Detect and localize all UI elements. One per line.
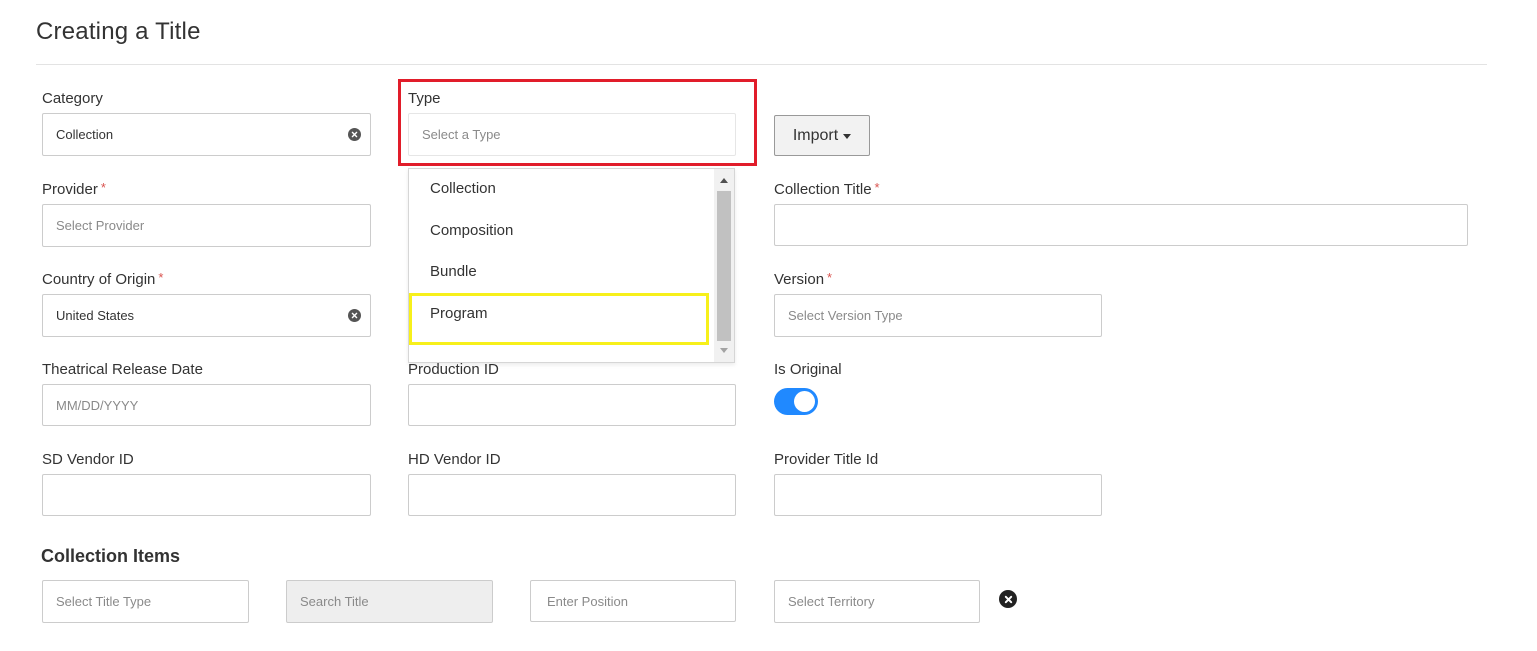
dropdown-option-bundle[interactable]: Bundle [430,263,477,280]
country-of-origin-label-text: Country of Origin [42,271,156,288]
required-mark: * [827,270,833,285]
category-select[interactable]: Collection [42,113,371,156]
production-id-label: Production ID [408,361,499,378]
category-value: Collection [56,127,114,142]
import-button-label: Import [792,126,839,144]
program-highlight-box [409,293,709,345]
hd-vendor-id-label: HD Vendor ID [408,451,501,468]
version-select[interactable]: Select Version Type [774,294,1102,337]
version-label-text: Version [774,271,825,288]
clear-icon[interactable] [348,309,361,322]
collection-title-label: Collection Title * [774,180,880,198]
is-original-label: Is Original [774,361,842,378]
provider-title-id-input[interactable] [774,474,1102,516]
position-placeholder: Enter Position [547,593,628,609]
search-title-placeholder: Search Title [300,594,369,609]
dropdown-scrollbar[interactable] [714,169,734,362]
category-label: Category [42,90,103,107]
sd-vendor-id-label: SD Vendor ID [42,451,134,468]
collection-items-title: Collection Items [41,546,181,566]
collection-title-label-text: Collection Title [774,181,872,198]
search-title-input: Search Title [286,580,493,623]
hd-vendor-id-input[interactable] [408,474,736,516]
theatrical-release-date-input[interactable]: MM/DD/YYYY [42,384,371,426]
collection-title-input[interactable] [774,204,1468,246]
is-original-toggle[interactable] [774,388,818,415]
required-mark: * [100,180,106,195]
country-of-origin-value: United States [56,308,135,323]
country-of-origin-label: Country of Origin * [42,270,164,288]
provider-title-id-label: Provider Title Id [774,451,879,468]
required-mark: * [158,270,164,285]
provider-label: Provider * [42,180,106,198]
theatrical-release-date-label: Theatrical Release Date [42,361,203,378]
type-highlight-box [398,79,757,166]
dropdown-option-composition[interactable]: Composition [430,222,513,239]
dropdown-option-collection[interactable]: Collection [430,180,496,197]
page-title: Creating a Title [36,18,201,45]
position-input[interactable]: Enter Position [530,580,736,622]
remove-item-icon[interactable] [999,590,1017,608]
theatrical-release-date-placeholder: MM/DD/YYYY [56,397,139,413]
territory-placeholder: Select Territory [788,594,875,609]
production-id-input[interactable] [408,384,736,426]
version-placeholder: Select Version Type [788,308,903,323]
provider-placeholder: Select Provider [56,218,145,233]
country-of-origin-select[interactable]: United States [42,294,371,337]
toggle-knob [794,391,815,412]
sd-vendor-id-input[interactable] [42,474,371,516]
required-mark: * [874,180,880,195]
header-divider [36,64,1487,65]
import-button[interactable]: Import [774,115,870,156]
scroll-down-icon[interactable] [720,348,728,353]
provider-label-text: Provider [42,181,98,198]
title-type-select[interactable]: Select Title Type [42,580,249,623]
version-label: Version * [774,270,833,288]
scrollbar-thumb[interactable] [717,191,731,341]
scroll-up-icon[interactable] [720,178,728,183]
clear-icon[interactable] [348,128,361,141]
caret-down-icon [843,134,852,139]
title-type-placeholder: Select Title Type [56,594,152,609]
provider-select[interactable]: Select Provider [42,204,371,247]
territory-select[interactable]: Select Territory [774,580,980,623]
